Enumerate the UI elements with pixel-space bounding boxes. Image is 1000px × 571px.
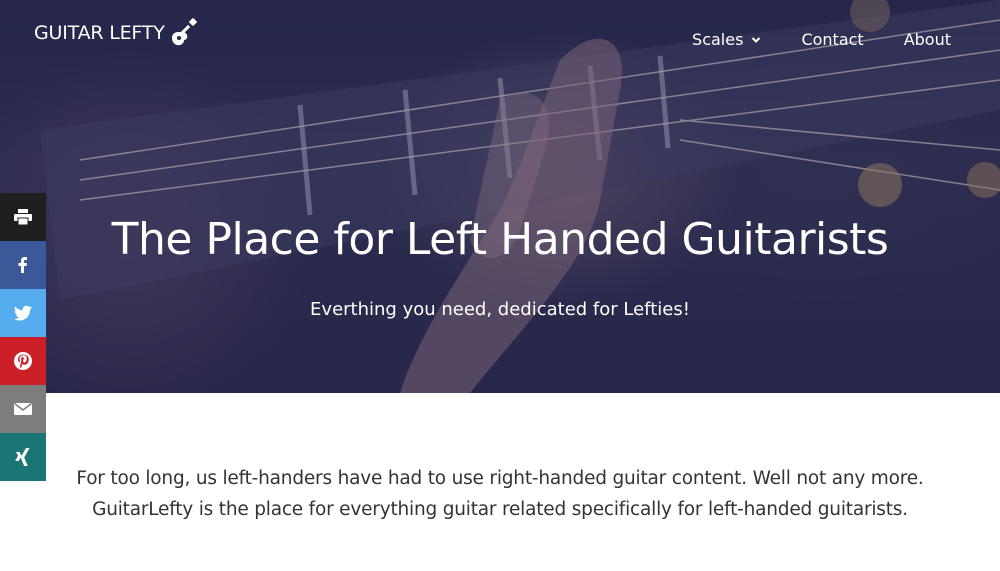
nav-scales-label: Scales	[692, 30, 744, 49]
logo-text: GUITAR LEFTY	[34, 22, 165, 44]
twitter-share-button[interactable]	[0, 289, 46, 337]
xing-icon	[15, 448, 30, 466]
hero-title: The Place for Left Handed Guitarists	[111, 214, 889, 265]
nav-item-contact[interactable]: Contact	[801, 30, 863, 49]
share-bar	[0, 193, 46, 481]
guitar-icon	[171, 18, 197, 46]
print-icon	[14, 209, 32, 226]
hero-overlay	[0, 0, 1000, 393]
chevron-down-icon	[752, 36, 761, 43]
pinterest-icon	[14, 352, 32, 370]
pinterest-share-button[interactable]	[0, 337, 46, 385]
email-share-button[interactable]	[0, 385, 46, 433]
nav-about-label: About	[903, 30, 951, 49]
email-icon	[14, 402, 32, 415]
print-button[interactable]	[0, 193, 46, 241]
facebook-share-button[interactable]	[0, 241, 46, 289]
intro-line-1: For too long, us left-handers have had t…	[76, 468, 924, 489]
site-logo[interactable]: GUITAR LEFTY	[34, 18, 199, 48]
twitter-icon	[13, 305, 32, 321]
hero-subtitle: Everthing you need, dedicated for Leftie…	[310, 299, 690, 320]
nav-contact-label: Contact	[801, 30, 864, 49]
nav-item-about[interactable]: About	[904, 30, 951, 49]
hero-banner: GUITAR LEFTY Scales Contact About The Pl…	[0, 0, 1000, 393]
intro-paragraph: For too long, us left-handers have had t…	[60, 463, 940, 525]
nav-item-scales[interactable]: Scales	[692, 30, 761, 49]
facebook-icon	[18, 257, 27, 273]
main-nav: Scales Contact About	[692, 30, 951, 49]
intro-line-2: GuitarLefty is the place for everything …	[92, 499, 908, 520]
xing-share-button[interactable]	[0, 433, 46, 481]
